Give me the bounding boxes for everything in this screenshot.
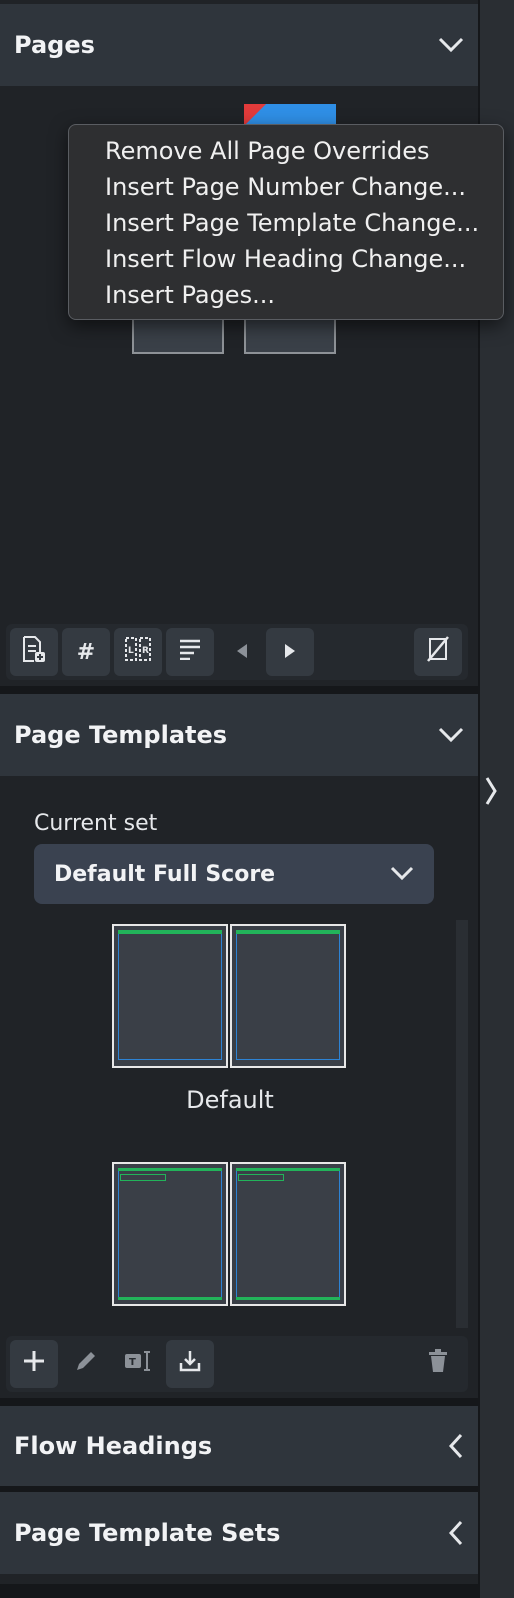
template-right-page: [230, 924, 346, 1068]
page-templates-toolbar: T: [6, 1336, 468, 1392]
template-left-page: [112, 924, 228, 1068]
chevron-left-icon[interactable]: [448, 1520, 464, 1546]
panel-divider: [0, 1398, 478, 1406]
trash-icon: [427, 1349, 449, 1379]
status-bar-edge: [0, 1584, 478, 1598]
template-right-page: [230, 1162, 346, 1306]
previous-page-button[interactable]: [218, 628, 266, 676]
page-number-change-button[interactable]: #: [62, 628, 110, 676]
template-label: Default: [186, 1086, 274, 1114]
menu-item-remove-all-page-overrides[interactable]: Remove All Page Overrides: [69, 133, 503, 169]
menu-item-insert-page-number-change[interactable]: Insert Page Number Change...: [69, 169, 503, 205]
delete-template-button[interactable]: [414, 1340, 462, 1388]
download-tray-icon: [178, 1349, 202, 1379]
page-template-sets-panel-title: Page Template Sets: [14, 1519, 281, 1547]
current-set-select[interactable]: Default Full Score: [34, 844, 434, 904]
page-plus-icon: [21, 635, 47, 669]
chevron-left-icon[interactable]: [448, 1433, 464, 1459]
svg-text:R: R: [142, 646, 149, 656]
templates-scrollbar[interactable]: [456, 920, 468, 1328]
svg-text:T: T: [129, 1357, 136, 1368]
page-formatting-overrides-button[interactable]: [10, 628, 58, 676]
current-set-value: Default Full Score: [54, 861, 276, 887]
current-set-label: Current set: [34, 811, 158, 836]
next-page-button[interactable]: [266, 628, 314, 676]
panel-divider: [0, 686, 478, 694]
import-template-button[interactable]: [166, 1340, 214, 1388]
lr-page-button[interactable]: LR: [114, 628, 162, 676]
svg-text:L: L: [128, 646, 134, 656]
text-align-left-icon: [178, 638, 202, 666]
remove-overrides-button[interactable]: [414, 628, 462, 676]
flow-headings-panel-header[interactable]: Flow Headings: [0, 1406, 478, 1486]
pages-panel-header[interactable]: Pages: [0, 4, 478, 86]
triangle-left-icon: [235, 640, 249, 665]
hash-icon: #: [76, 639, 96, 665]
page-template-sets-panel-header[interactable]: Page Template Sets: [0, 1492, 478, 1574]
flow-headings-panel-title: Flow Headings: [14, 1432, 213, 1460]
triangle-right-icon: [283, 640, 297, 665]
new-template-button[interactable]: [10, 1340, 58, 1388]
pages-panel-title: Pages: [14, 31, 95, 59]
pages-context-menu: Remove All Page Overrides Insert Page Nu…: [68, 124, 504, 320]
chevron-right-icon[interactable]: [484, 776, 498, 814]
page-templates-panel-title: Page Templates: [14, 721, 228, 749]
page-override-indicator: [244, 104, 266, 126]
plus-icon: [22, 1349, 46, 1379]
template-left-page: [112, 1162, 228, 1306]
menu-item-insert-pages[interactable]: Insert Pages...: [69, 277, 503, 313]
pages-toolbar: # LR: [6, 624, 468, 680]
flow-heading-change-button[interactable]: [166, 628, 214, 676]
chevron-down-icon[interactable]: [438, 727, 464, 743]
edit-template-button[interactable]: [62, 1340, 110, 1388]
page-templates-panel-header[interactable]: Page Templates: [0, 694, 478, 776]
pencil-icon: [73, 1348, 99, 1380]
chevron-down-icon: [390, 865, 414, 884]
page-strikethrough-icon: [425, 635, 451, 669]
left-right-pages-icon: LR: [124, 636, 152, 668]
chevron-down-icon[interactable]: [438, 37, 464, 53]
menu-item-insert-flow-heading-change[interactable]: Insert Flow Heading Change...: [69, 241, 503, 277]
menu-item-insert-page-template-change[interactable]: Insert Page Template Change...: [69, 205, 503, 241]
rename-template-button[interactable]: T: [114, 1340, 162, 1388]
text-rename-icon: T: [123, 1349, 153, 1379]
